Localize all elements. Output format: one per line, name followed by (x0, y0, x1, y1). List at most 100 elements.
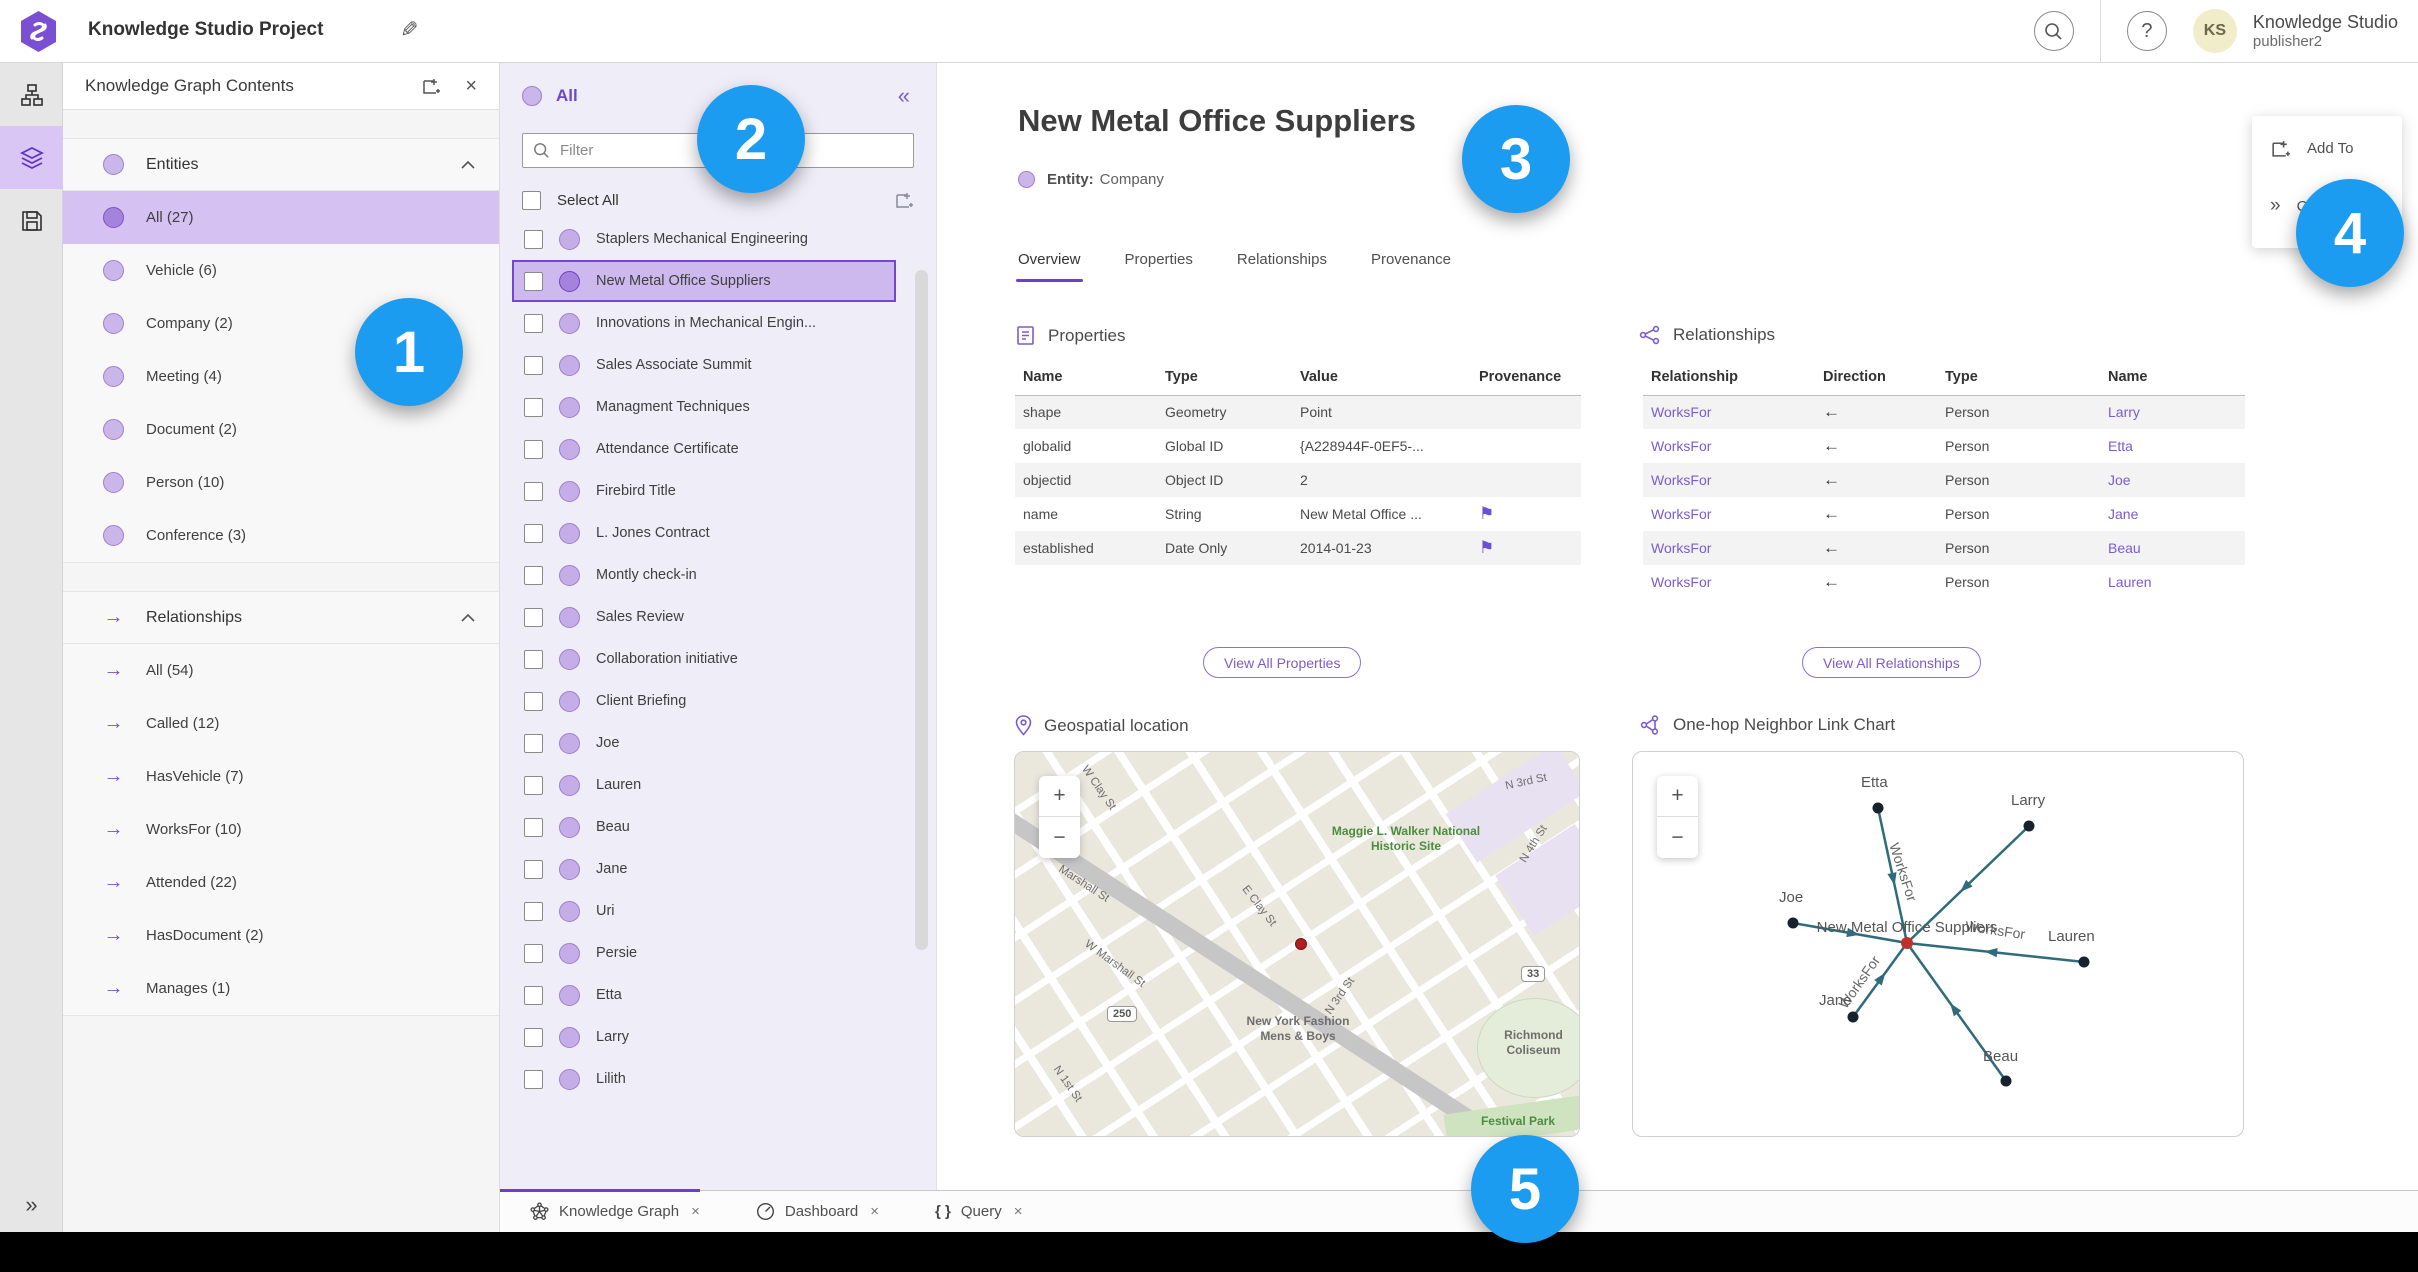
entity-type-item[interactable]: Conference (3) (63, 509, 499, 562)
entity-instance-item[interactable]: Etta (512, 974, 896, 1016)
item-checkbox[interactable] (524, 649, 543, 669)
detail-tab[interactable]: Properties (1125, 251, 1193, 282)
avatar[interactable]: KS (2192, 9, 2237, 53)
entity-instance-item[interactable]: Jane (512, 848, 896, 890)
entity-instance-item[interactable]: Lauren (512, 764, 896, 806)
tab-dashboard[interactable]: Dashboard × (756, 1202, 879, 1221)
entity-type-item[interactable]: Vehicle (6) (63, 244, 499, 297)
entity-instance-item[interactable]: New Metal Office Suppliers (512, 260, 896, 302)
provenance-flag-icon[interactable]: ⚑ (1479, 538, 1494, 557)
entity-instance-item[interactable]: Lilith (512, 1058, 896, 1100)
detail-tab[interactable]: Relationships (1237, 251, 1327, 282)
zoom-in-button[interactable]: + (1039, 776, 1080, 817)
entity-instance-item[interactable]: Sales Review (512, 596, 896, 638)
entities-section-header[interactable]: Entities (63, 139, 499, 191)
help-button[interactable]: ? (2126, 11, 2167, 51)
edit-title-icon[interactable]: ✎ (400, 17, 418, 43)
entity-instance-item[interactable]: Client Briefing (512, 680, 896, 722)
item-checkbox[interactable] (524, 565, 543, 585)
graph-node[interactable] (2023, 820, 2035, 832)
list-scrollbar-thumb[interactable] (915, 270, 928, 950)
entity-instance-item[interactable]: L. Jones Contract (512, 512, 896, 554)
item-checkbox[interactable] (524, 355, 543, 375)
relationship-link[interactable]: WorksFor (1651, 472, 1711, 488)
entity-type-item[interactable]: All (27) (63, 191, 499, 244)
item-checkbox[interactable] (524, 859, 543, 879)
related-entity-link[interactable]: Larry (2108, 404, 2140, 420)
save-rail-button[interactable] (0, 189, 63, 252)
relationship-link[interactable]: WorksFor (1651, 438, 1711, 454)
item-checkbox[interactable] (524, 397, 543, 417)
related-entity-link[interactable]: Etta (2108, 438, 2133, 454)
relationship-type-item[interactable]: → Attended (22) (63, 856, 499, 909)
relationship-link[interactable]: WorksFor (1651, 540, 1711, 556)
close-tab-icon[interactable]: × (691, 1203, 700, 1220)
entity-instance-item[interactable]: Persie (512, 932, 896, 974)
entity-instance-item[interactable]: Collaboration initiative (512, 638, 896, 680)
relationship-link[interactable]: WorksFor (1651, 404, 1711, 420)
relationship-type-item[interactable]: → Manages (1) (63, 962, 499, 1015)
relationship-link[interactable]: WorksFor (1651, 506, 1711, 522)
add-to-new-icon[interactable] (421, 76, 441, 96)
entity-instance-item[interactable]: Joe (512, 722, 896, 764)
entity-type-item[interactable]: Document (2) (63, 403, 499, 456)
entity-instance-item[interactable]: Managment Techniques (512, 386, 896, 428)
item-checkbox[interactable] (524, 271, 543, 291)
item-checkbox[interactable] (524, 775, 543, 795)
select-all-checkbox[interactable] (522, 190, 541, 210)
item-checkbox[interactable] (524, 943, 543, 963)
close-tab-icon[interactable]: × (870, 1203, 879, 1220)
item-checkbox[interactable] (524, 901, 543, 921)
item-checkbox[interactable] (524, 439, 543, 459)
related-entity-link[interactable]: Joe (2108, 472, 2131, 488)
close-tab-icon[interactable]: × (1014, 1203, 1023, 1220)
close-panel-icon[interactable]: × (465, 75, 477, 98)
graph-node[interactable] (1847, 1011, 1859, 1023)
data-model-rail-button[interactable] (0, 63, 63, 126)
graph-center-node[interactable] (1901, 937, 1913, 949)
relationship-type-item[interactable]: → HasDocument (2) (63, 909, 499, 962)
graph-node[interactable] (1787, 917, 1799, 929)
relationship-type-item[interactable]: → Called (12) (63, 697, 499, 750)
layers-rail-button[interactable] (0, 126, 63, 189)
entity-instance-item[interactable]: Beau (512, 806, 896, 848)
entity-instance-item[interactable]: Uri (512, 890, 896, 932)
item-checkbox[interactable] (524, 481, 543, 501)
entity-instance-item[interactable]: Larry (512, 1016, 896, 1058)
provenance-flag-icon[interactable]: ⚑ (1479, 504, 1494, 523)
item-checkbox[interactable] (524, 229, 543, 249)
add-to-menu-item[interactable]: Add To (2252, 122, 2402, 174)
item-checkbox[interactable] (524, 1069, 543, 1089)
related-entity-link[interactable]: Jane (2108, 506, 2138, 522)
expand-rail-icon[interactable]: » (0, 1192, 63, 1218)
collapse-panel-icon[interactable]: « (898, 83, 910, 109)
search-button[interactable] (2033, 11, 2074, 51)
zoom-out-button[interactable]: − (1039, 817, 1080, 858)
graph-node[interactable] (2000, 1075, 2012, 1087)
tab-knowledge-graph[interactable]: Knowledge Graph × (530, 1202, 700, 1221)
item-checkbox[interactable] (524, 691, 543, 711)
relationships-section-header[interactable]: → Relationships (63, 592, 499, 644)
detail-tab[interactable]: Overview (1016, 251, 1083, 282)
zoom-out-button[interactable]: − (1657, 817, 1698, 858)
relationship-link[interactable]: WorksFor (1651, 574, 1711, 590)
related-entity-link[interactable]: Beau (2108, 540, 2141, 556)
relationship-type-item[interactable]: → WorksFor (10) (63, 803, 499, 856)
detail-tab[interactable]: Provenance (1371, 251, 1451, 282)
geospatial-map[interactable]: W Clay St Marshall St W Marshall St E Clay … (1014, 751, 1580, 1137)
entity-instance-item[interactable]: Montly check-in (512, 554, 896, 596)
tab-query[interactable]: { } Query × (935, 1203, 1022, 1220)
item-checkbox[interactable] (524, 733, 543, 753)
relationship-type-item[interactable]: → All (54) (63, 644, 499, 697)
item-checkbox[interactable] (524, 313, 543, 333)
account-info[interactable]: Knowledge Studio publisher2 (2253, 12, 2398, 50)
entity-instance-item[interactable]: Innovations in Mechanical Engin... (512, 302, 896, 344)
graph-node[interactable] (2078, 956, 2090, 968)
entity-instance-item[interactable]: Firebird Title (512, 470, 896, 512)
one-hop-link-chart[interactable]: Etta Larry Joe Lauren Jane Beau New Metal Offi… (1632, 751, 2244, 1137)
entity-instance-item[interactable]: Attendance Certificate (512, 428, 896, 470)
graph-node[interactable] (1872, 802, 1884, 814)
item-checkbox[interactable] (524, 985, 543, 1005)
item-checkbox[interactable] (524, 1027, 543, 1047)
view-all-properties-button[interactable]: View All Properties (1203, 647, 1362, 678)
